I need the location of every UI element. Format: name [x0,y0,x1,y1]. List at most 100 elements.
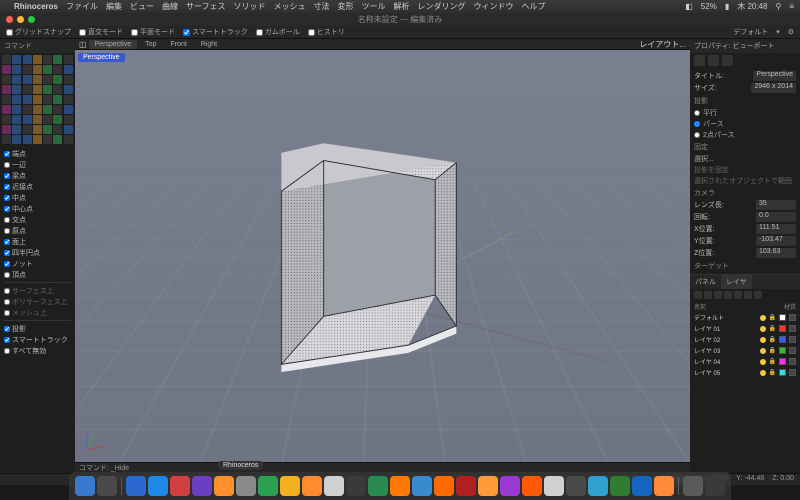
layer-tool-icon[interactable] [694,291,702,299]
tool-button[interactable] [23,95,32,104]
bulb-icon[interactable] [760,326,766,332]
tool-button[interactable] [64,75,73,84]
layer-tool-icon[interactable] [704,291,712,299]
tool-button[interactable] [12,95,21,104]
osnap-9[interactable] [4,250,10,256]
osnap-6[interactable] [4,217,10,223]
tool-button[interactable] [2,65,11,74]
cam-field[interactable]: 111.51 [756,224,796,234]
config-dropdown[interactable]: デフォルト [733,27,768,37]
material-swatch[interactable] [789,358,796,365]
tool-button[interactable] [2,85,11,94]
vp-title-field[interactable]: Perspective [753,71,796,81]
tool-button[interactable] [64,135,73,144]
bulb-icon[interactable] [760,370,766,376]
menu-solid[interactable]: ソリッド [234,1,266,12]
tool-button[interactable] [53,135,62,144]
material-swatch[interactable] [789,336,796,343]
color-swatch[interactable] [779,325,786,332]
layer-tool-icon[interactable] [754,291,762,299]
tool-button[interactable] [23,85,32,94]
cube-object[interactable] [260,124,470,374]
tool-button[interactable] [64,65,73,74]
tool-button[interactable] [43,105,52,114]
lock-icon[interactable]: 🔒 [769,336,776,343]
osnap-2[interactable] [4,173,10,179]
tool-button[interactable] [64,85,73,94]
tool-button[interactable] [53,125,62,134]
osnap-1[interactable] [4,162,10,168]
menu-render[interactable]: レンダリング [418,1,466,12]
tool-button[interactable] [53,85,62,94]
cam-field[interactable]: 35 [756,200,796,210]
menu-file[interactable]: ファイル [66,1,98,12]
props-tab-icon[interactable] [722,55,733,66]
osnap-ex-1[interactable] [4,299,10,305]
osnap-b-1[interactable] [4,337,10,343]
bulb-icon[interactable] [760,337,766,343]
tool-button[interactable] [2,55,11,64]
tool-button[interactable] [23,125,32,134]
cam-field[interactable]: -103.47 [756,236,796,246]
lock-icon[interactable]: 🔒 [769,369,776,376]
layer-row[interactable]: レイヤ 04🔒 [690,356,800,367]
menu-surface[interactable]: サーフェス [186,1,226,12]
tab-right[interactable]: Right [195,40,223,49]
tool-button[interactable] [53,95,62,104]
tool-button[interactable] [33,85,42,94]
tool-button[interactable] [43,95,52,104]
material-swatch[interactable] [789,369,796,376]
dock-app[interactable] [478,476,498,496]
material-swatch[interactable] [789,314,796,321]
tool-button[interactable] [12,105,21,114]
dock-app[interactable] [346,476,366,496]
close-button[interactable] [6,16,13,23]
tool-button[interactable] [43,125,52,134]
menu-curve[interactable]: 曲線 [162,1,178,12]
menu-tools[interactable]: ツール [362,1,386,12]
tool-button[interactable] [53,75,62,84]
osnap-0[interactable] [4,151,10,157]
proj-perspective[interactable] [694,121,700,127]
props-tab-icon[interactable] [708,55,719,66]
osnap-b-0[interactable] [4,326,10,332]
clock[interactable]: 木 20:48 [737,1,767,12]
tool-button[interactable] [2,135,11,144]
lock-icon[interactable]: 🔒 [769,325,776,332]
tool-button[interactable] [12,55,21,64]
tool-button[interactable] [23,135,32,144]
lock-icon[interactable]: 🔒 [769,347,776,354]
tool-button[interactable] [43,85,52,94]
color-swatch[interactable] [779,347,786,354]
dock-app[interactable] [214,476,234,496]
tab-front[interactable]: Front [164,40,192,49]
layer-tool-icon[interactable] [744,291,752,299]
cam-field[interactable]: 103.63 [756,248,796,258]
viewport-label[interactable]: Perspective [78,53,125,62]
bulb-icon[interactable] [760,315,766,321]
cam-field[interactable]: 0.0 [756,212,796,222]
minimize-button[interactable] [17,16,24,23]
osnap-5[interactable] [4,206,10,212]
panel-tab[interactable]: パネル [690,275,721,289]
tool-button[interactable] [23,65,32,74]
dock-app[interactable] [302,476,322,496]
dock-app[interactable] [126,476,146,496]
tool-button[interactable] [64,55,73,64]
dock-app[interactable] [75,476,95,496]
layers-tab[interactable]: レイヤ [721,275,752,289]
tool-button[interactable] [64,115,73,124]
tool-button[interactable] [64,125,73,134]
tool-button[interactable] [12,135,21,144]
tool-button[interactable] [43,135,52,144]
gumball-toggle[interactable] [256,29,263,36]
dock-app[interactable] [544,476,564,496]
dock-app[interactable] [683,476,703,496]
tool-button[interactable] [2,95,11,104]
tool-button[interactable] [33,65,42,74]
tool-button[interactable] [53,115,62,124]
menu-dim[interactable]: 寸法 [314,1,330,12]
tool-button[interactable] [23,55,32,64]
menu-help[interactable]: ヘルプ [522,1,546,12]
gear-icon[interactable]: ⚙ [788,28,794,36]
